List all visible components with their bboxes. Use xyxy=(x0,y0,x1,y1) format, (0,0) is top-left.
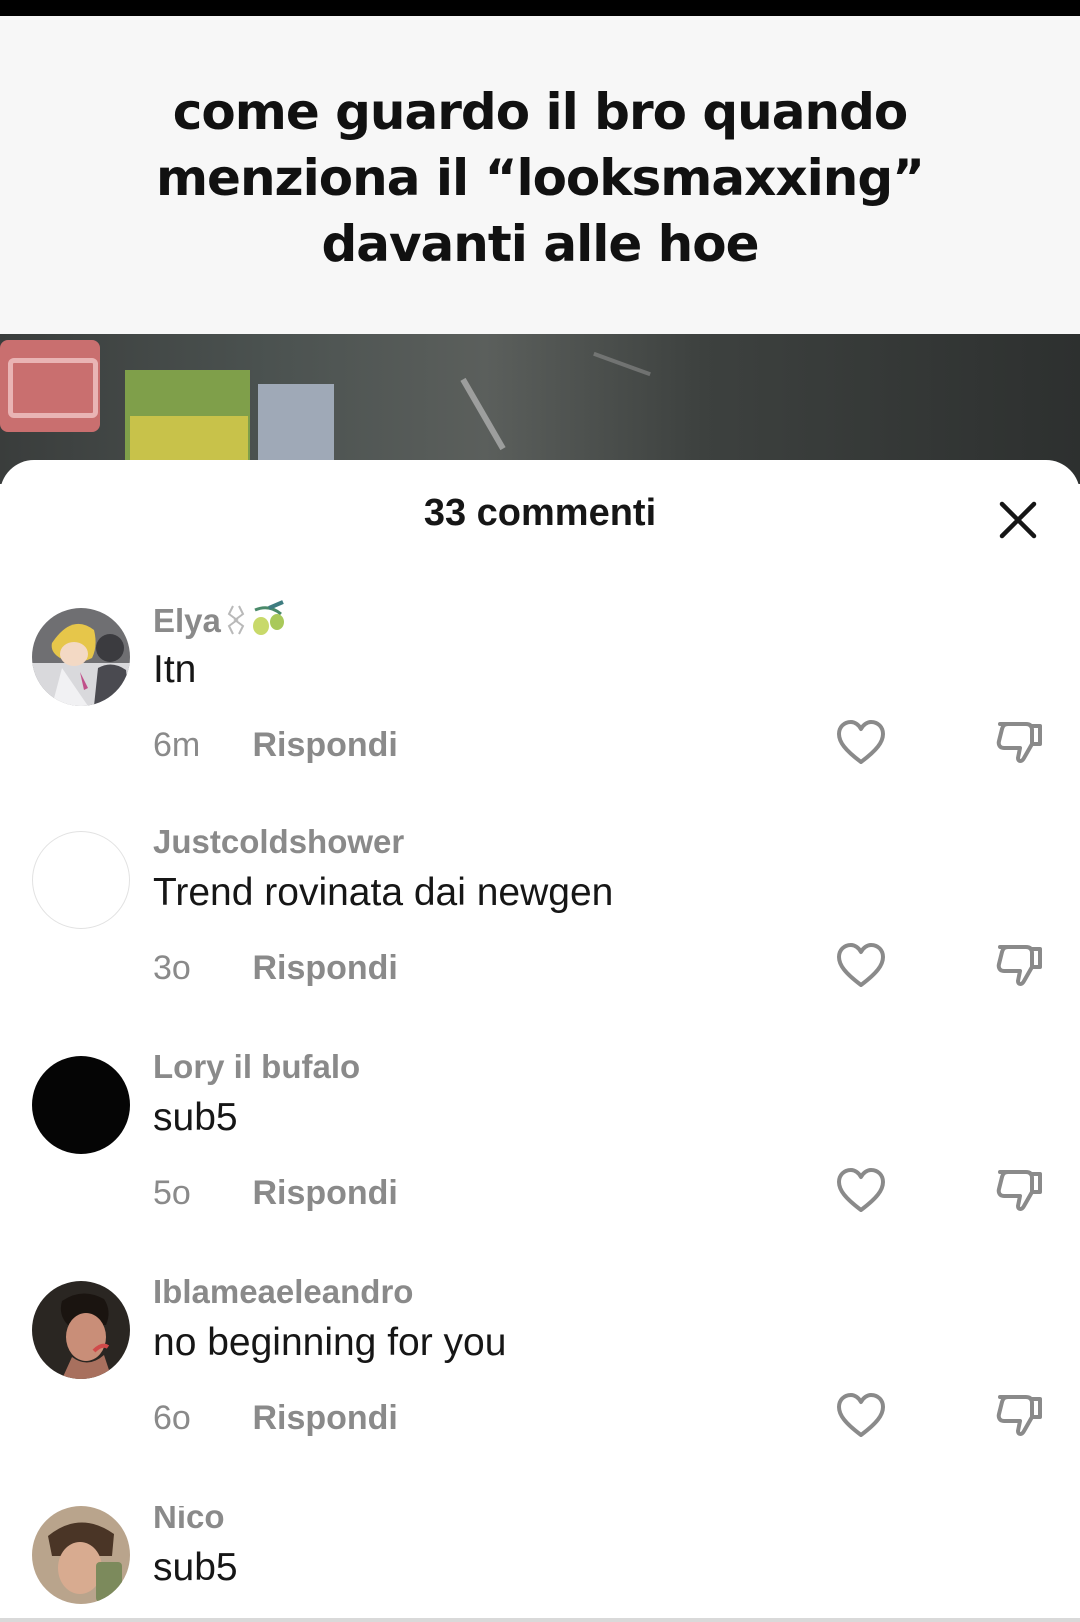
like-button[interactable] xyxy=(835,941,887,993)
dislike-button[interactable] xyxy=(994,1166,1046,1218)
comment-text: sub5 xyxy=(153,1546,238,1589)
avatar[interactable] xyxy=(32,1281,130,1379)
comments-count-title: 33 commenti xyxy=(423,492,657,534)
decorative-emoji-icon xyxy=(227,600,284,635)
heart-icon xyxy=(837,1393,885,1437)
comment-time: 5o xyxy=(153,1174,191,1212)
dislike-button[interactable] xyxy=(994,941,1046,993)
comment-username[interactable]: Nico xyxy=(153,1506,225,1536)
close-button[interactable] xyxy=(990,492,1046,548)
like-button[interactable] xyxy=(835,1391,887,1443)
comment-item: Elya Itn 6m Rispondi xyxy=(0,600,1080,828)
comment-meta: 6m Rispondi xyxy=(153,726,398,765)
comment-time: 6m xyxy=(153,726,201,764)
comment-text: no beginning for you xyxy=(153,1321,507,1364)
thumbs-down-icon xyxy=(996,1395,1042,1436)
comment-meta: 6o Rispondi xyxy=(153,1399,398,1438)
comment-time: 3o xyxy=(153,949,191,987)
comments-header: 33 commenti xyxy=(0,460,1080,570)
comment-username[interactable]: Iblameaeleandro xyxy=(153,1273,413,1311)
profile-photo-image xyxy=(32,1506,130,1604)
comment-meta: 5o Rispondi xyxy=(153,1174,398,1213)
comment-item: Nico sub5 xyxy=(0,1506,1080,1622)
comment-username[interactable]: Elya xyxy=(153,600,289,640)
comment-item: Lory il bufalo sub5 5o Rispondi xyxy=(0,1048,1080,1276)
dislike-button[interactable] xyxy=(994,718,1046,770)
comment-item: Iblameaeleandro no beginning for you 6o … xyxy=(0,1273,1080,1501)
comment-username[interactable]: Lory il bufalo xyxy=(153,1048,360,1086)
dislike-button[interactable] xyxy=(994,1391,1046,1443)
avatar[interactable] xyxy=(32,608,130,706)
avatar[interactable] xyxy=(32,1056,130,1154)
reply-button[interactable]: Rispondi xyxy=(252,949,397,988)
reply-button[interactable]: Rispondi xyxy=(252,1399,397,1438)
heart-icon xyxy=(837,1168,885,1212)
comment-item: Justcoldshower Trend rovinata dai newgen… xyxy=(0,823,1080,1051)
like-button[interactable] xyxy=(835,1166,887,1218)
comments-sheet: 33 commenti Elya Itn 6m Rispondi Justcol… xyxy=(0,460,1080,1622)
anime-avatar-image xyxy=(32,608,130,706)
road-line xyxy=(593,351,651,377)
reply-button[interactable]: Rispondi xyxy=(252,726,397,765)
avatar[interactable] xyxy=(32,1506,130,1604)
comment-time: 6o xyxy=(153,1399,191,1437)
heart-icon xyxy=(837,720,885,764)
reply-button[interactable]: Rispondi xyxy=(252,1174,397,1213)
comment-text: Trend rovinata dai newgen xyxy=(153,871,614,914)
heart-icon xyxy=(837,943,885,987)
comment-text: Itn xyxy=(153,648,197,691)
thumbs-down-icon xyxy=(996,945,1042,986)
caption-text: come guardo il bro quando menziona il “l… xyxy=(155,83,925,273)
like-button[interactable] xyxy=(835,718,887,770)
comment-username[interactable]: Justcoldshower xyxy=(153,823,404,861)
comment-text: sub5 xyxy=(153,1096,238,1139)
profile-photo-image xyxy=(32,1281,130,1379)
video-caption: come guardo il bro quando menziona il “l… xyxy=(0,16,1080,334)
bottom-edge xyxy=(0,1618,1080,1622)
close-icon xyxy=(999,501,1037,539)
comment-meta: 3o Rispondi xyxy=(153,949,398,988)
street-sign-red xyxy=(0,340,100,432)
thumbs-down-icon xyxy=(996,722,1042,763)
thumbs-down-icon xyxy=(996,1170,1042,1211)
avatar[interactable] xyxy=(32,831,130,929)
status-bar xyxy=(0,0,1080,16)
road-line xyxy=(460,377,506,451)
